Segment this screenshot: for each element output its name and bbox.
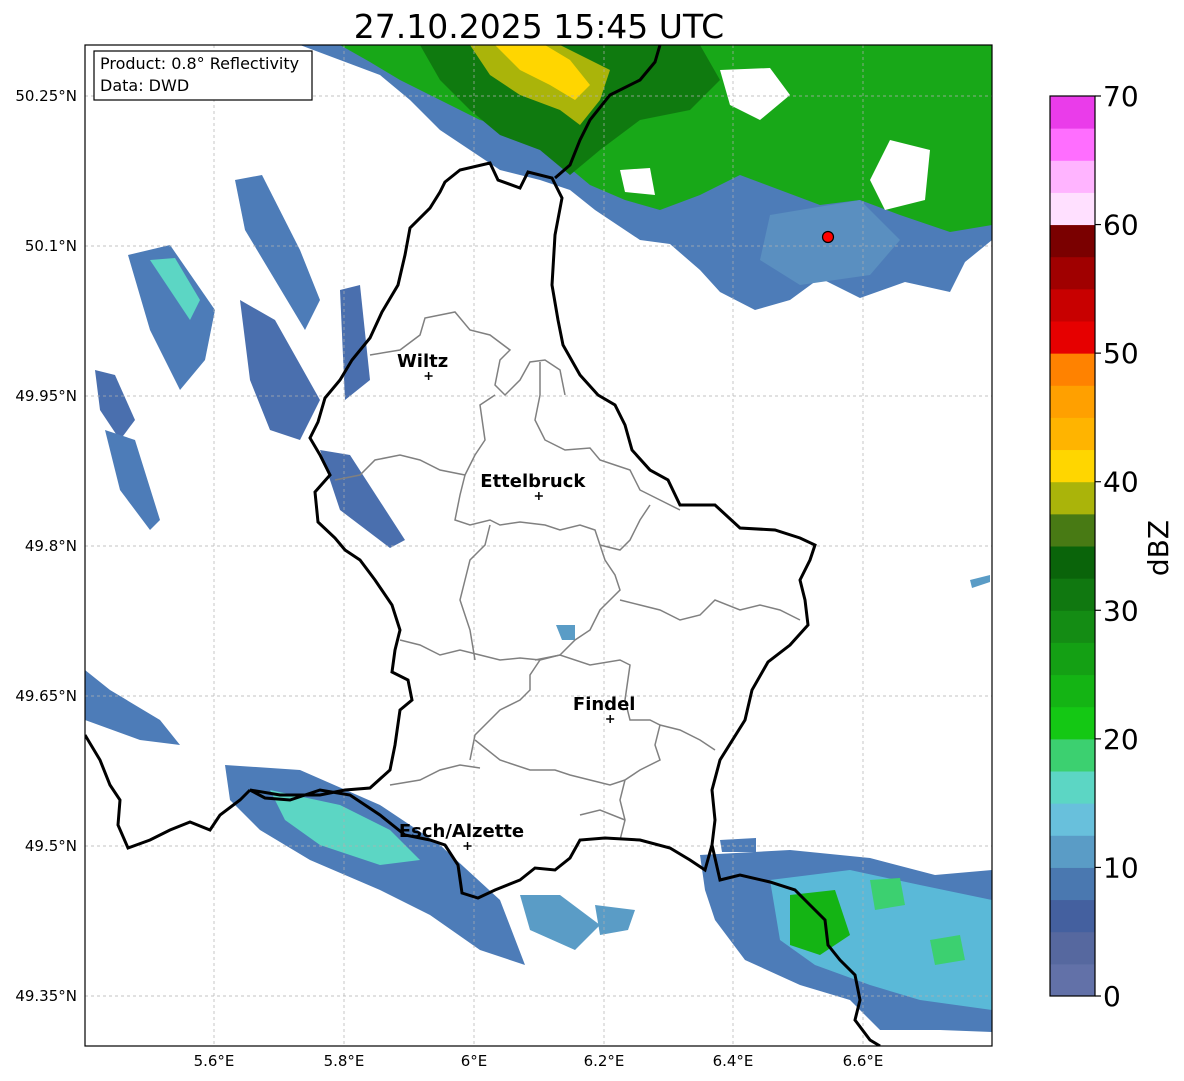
lon-tick-label: 5.8°E <box>324 1052 365 1070</box>
colorbar-tick-label: 0 <box>1103 980 1121 1013</box>
echo-isolated-3 <box>720 838 756 852</box>
colorbar-swatch <box>1050 963 1095 997</box>
lat-axis-labels: 50.25°N 50.1°N 49.95°N 49.8°N 49.65°N 49… <box>15 87 77 1005</box>
colorbar-tick-label: 40 <box>1103 466 1139 499</box>
radar-site-marker <box>821 230 835 244</box>
colorbar-swatch <box>1050 385 1095 418</box>
radar-figure: 27.10.2025 15:45 UTC WiltzEttelbruckFind… <box>15 7 1175 1070</box>
city-label: Esch/Alzette <box>399 821 524 842</box>
colorbar-tick-label: 30 <box>1103 594 1139 627</box>
colorbar-swatch <box>1050 256 1095 290</box>
echo-north-gap-3 <box>620 168 655 195</box>
colorbar-swatch <box>1050 803 1095 836</box>
colorbar-tick-label: 10 <box>1103 851 1139 884</box>
colorbar-swatch <box>1050 449 1095 483</box>
map-panel: Wiltz Ettelbruck Findel Esch/Alzette Produc… <box>84 44 993 1047</box>
city-label: Wiltz <box>397 351 448 372</box>
lon-tick-label: 5.6°E <box>194 1052 235 1070</box>
colorbar-swatch <box>1050 610 1095 643</box>
lat-tick-label: 50.1°N <box>25 237 77 255</box>
figure-title: 27.10.2025 15:45 UTC <box>354 7 724 46</box>
colorbar-swatch <box>1050 417 1095 451</box>
info-data-text: Data: DWD <box>100 76 189 95</box>
colorbar-swatch <box>1050 867 1095 901</box>
city-label: Ettelbruck <box>480 471 586 492</box>
colorbar-swatch <box>1050 288 1095 322</box>
info-product-text: Product: 0.8° Reflectivity <box>100 54 299 73</box>
colorbar-swatch <box>1050 513 1095 547</box>
colorbar-swatch <box>1050 642 1095 676</box>
colorbar-tick-label: 70 <box>1103 80 1139 113</box>
colorbar-swatch <box>1050 321 1095 354</box>
city-label: Findel <box>573 694 636 715</box>
colorbar-swatch <box>1050 738 1095 772</box>
colorbar-swatch <box>1050 674 1095 708</box>
colorbar-swatch <box>1050 160 1095 193</box>
colorbar-swatch <box>1050 224 1095 258</box>
lon-tick-label: 6.2°E <box>584 1052 625 1070</box>
lon-tick-label: 6.4°E <box>713 1052 754 1070</box>
lon-tick-label: 6.6°E <box>843 1052 884 1070</box>
colorbar-tick-label: 50 <box>1103 337 1139 370</box>
colorbar-swatch <box>1050 481 1095 515</box>
echo-southeast-green-3 <box>930 935 965 965</box>
lat-tick-label: 50.25°N <box>15 87 77 105</box>
lon-tick-label: 6°E <box>461 1052 488 1070</box>
colorbar-swatch <box>1050 546 1095 579</box>
colorbar-swatch <box>1050 353 1095 386</box>
info-box: Product: 0.8° Reflectivity Data: DWD <box>93 50 313 101</box>
lat-tick-label: 49.5°N <box>25 837 77 855</box>
colorbar-swatch <box>1050 771 1095 804</box>
colorbar-swatch <box>1050 931 1095 965</box>
colorbar: 0 10 20 30 40 50 60 70 dBZ <box>1049 80 1175 1013</box>
colorbar-swatch <box>1050 706 1095 740</box>
lat-tick-label: 49.65°N <box>15 687 77 705</box>
colorbar-swatch <box>1050 899 1095 933</box>
colorbar-swatch <box>1050 96 1095 129</box>
lat-tick-label: 49.35°N <box>15 987 77 1005</box>
colorbar-tick-label: 20 <box>1103 723 1139 756</box>
lat-tick-label: 49.95°N <box>15 387 77 405</box>
lat-tick-label: 49.8°N <box>25 537 77 555</box>
colorbar-swatch <box>1050 192 1095 226</box>
colorbar-tick-label: 60 <box>1103 209 1139 242</box>
colorbar-swatch <box>1050 128 1095 161</box>
colorbar-ticks: 0 10 20 30 40 50 60 70 <box>1095 80 1139 1013</box>
colorbar-swatch <box>1050 578 1095 611</box>
lon-axis-labels: 5.6°E 5.8°E 6°E 6.2°E 6.4°E 6.6°E <box>194 1052 884 1070</box>
echo-southeast-green-2 <box>870 878 905 910</box>
colorbar-label: dBZ <box>1142 520 1175 576</box>
colorbar-swatches <box>1050 96 1095 997</box>
colorbar-swatch <box>1050 835 1095 868</box>
